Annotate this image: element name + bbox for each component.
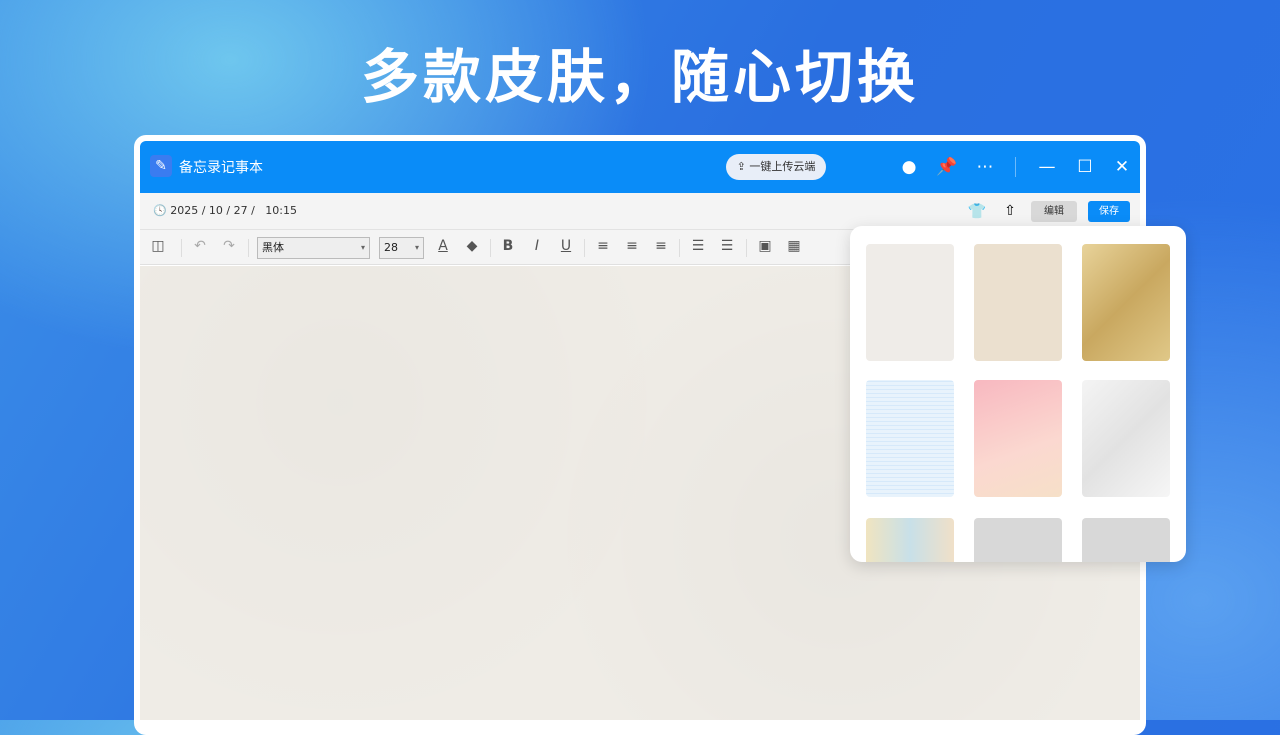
app-title: 备忘录记事本 (179, 157, 263, 177)
timestamp: 🕓 2025 / 10 / 27 / 10:15 (153, 204, 297, 217)
divider (248, 239, 249, 257)
cloud-upload-icon: ⇪ (737, 160, 750, 173)
pin-icon[interactable]: 📌 (935, 155, 959, 179)
upload-label: 一键上传云端 (749, 160, 815, 173)
chevron-down-icon: ▾ (361, 238, 365, 258)
headline: 多款皮肤，随心切换 (0, 30, 1280, 114)
chevron-down-icon: ▾ (415, 238, 419, 258)
divider (746, 239, 747, 257)
align-center-icon[interactable]: ≡ (622, 238, 642, 254)
skin-shirt-icon[interactable]: 👕 (966, 201, 988, 222)
bullet-list-icon[interactable]: ☰ (717, 238, 737, 254)
skin-white-paper[interactable] (866, 244, 954, 361)
date-bar: 🕓 2025 / 10 / 27 / 10:15 👕 ⇧ 编辑 保存 (140, 193, 1140, 230)
image-icon[interactable]: ▣ (755, 238, 775, 254)
feather-icon: ✎ (150, 155, 172, 177)
sidebar-toggle-icon[interactable]: ◫ (148, 238, 168, 254)
bold-icon[interactable]: B (498, 238, 518, 254)
skin-blue-grid[interactable] (866, 380, 954, 497)
ordered-list-icon[interactable]: ☰ (688, 238, 708, 254)
skin-picker (850, 226, 1186, 562)
font-color-icon[interactable]: A (433, 238, 453, 254)
divider (181, 239, 182, 257)
skin-gray-2[interactable] (1082, 518, 1170, 562)
size-value: 28 (384, 241, 398, 254)
divider (490, 239, 491, 257)
edit-button[interactable]: 编辑 (1031, 201, 1077, 222)
align-left-icon[interactable]: ≡ (593, 238, 613, 254)
user-icon[interactable]: ● (897, 155, 921, 179)
more-icon[interactable]: ⋯ (973, 155, 997, 179)
table-icon[interactable]: ▦ (784, 238, 804, 254)
undo-icon[interactable]: ↶ (190, 238, 210, 254)
skin-vintage-paper[interactable] (1082, 244, 1170, 361)
skin-watercolor[interactable] (866, 518, 954, 562)
minimize-icon[interactable]: — (1035, 155, 1059, 179)
time-text: 10:15 (265, 204, 297, 217)
underline-icon[interactable]: U (556, 238, 576, 254)
title-bar: ✎ 备忘录记事本 ⇪ 一键上传云端 ● 📌 ⋯ — ☐ ✕ (140, 141, 1140, 193)
skin-beige-paper[interactable] (974, 244, 1062, 361)
upload-cloud-button[interactable]: ⇪ 一键上传云端 (726, 154, 826, 180)
skin-marble[interactable] (1082, 380, 1170, 497)
redo-icon[interactable]: ↷ (219, 238, 239, 254)
clock-icon: 🕓 (153, 204, 170, 217)
italic-icon[interactable]: I (527, 238, 547, 254)
divider (584, 239, 585, 257)
size-select[interactable]: 28 ▾ (379, 237, 424, 259)
close-icon[interactable]: ✕ (1110, 155, 1134, 179)
font-value: 黑体 (262, 241, 284, 254)
divider (679, 239, 680, 257)
divider (1015, 157, 1016, 177)
date-text: 2025 / 10 / 27 / (170, 204, 255, 217)
share-icon[interactable]: ⇧ (999, 201, 1021, 222)
maximize-icon[interactable]: ☐ (1073, 155, 1097, 179)
align-right-icon[interactable]: ≡ (651, 238, 671, 254)
highlight-icon[interactable]: ◆ (462, 238, 482, 254)
skin-pink-floral[interactable] (974, 380, 1062, 497)
font-select[interactable]: 黑体 ▾ (257, 237, 370, 259)
skin-gray-1[interactable] (974, 518, 1062, 562)
save-button[interactable]: 保存 (1088, 201, 1130, 222)
